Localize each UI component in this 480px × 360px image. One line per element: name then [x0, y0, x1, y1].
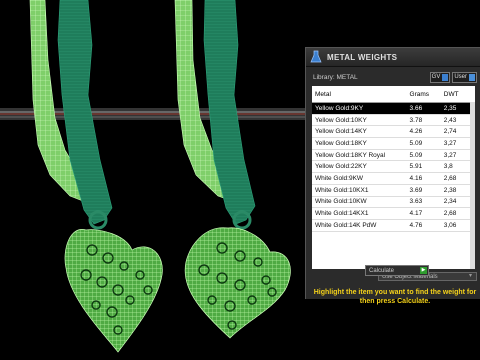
column-header-grams[interactable]: Grams [406, 86, 441, 103]
column-header-dwt[interactable]: DWT [440, 86, 475, 103]
cell-grams: 3.69 [406, 184, 441, 197]
table-row[interactable]: Yellow Gold:22KY 5.91 3,8 [312, 160, 475, 174]
table-header-row: Metal Grams DWT [312, 86, 475, 103]
library-bar: Library: METAL GV User [306, 67, 480, 87]
play-arrow-icon: ▶ [420, 267, 427, 274]
table-row[interactable]: White Gold:9KW 4.16 2,68 [312, 172, 475, 185]
cell-metal: Yellow Gold:10KY [312, 114, 407, 127]
user-toggle-box[interactable] [469, 73, 475, 81]
table-row[interactable]: Yellow Gold:14KY 4.26 2,74 [312, 125, 475, 139]
cell-metal: White Gold:10KX1 [312, 184, 407, 197]
table-row[interactable]: Yellow Gold:10KY 3.78 2,43 [312, 114, 475, 127]
cell-metal: Yellow Gold:18KY Royal [312, 149, 407, 162]
instruction-text: Highlight the item you want to find the … [313, 289, 477, 305]
cell-metal: Yellow Gold:18KY [312, 137, 407, 150]
cell-grams: 5.91 [406, 160, 441, 174]
cell-metal: White Gold:9KW [312, 172, 407, 185]
cell-metal: White Gold:10KW [312, 196, 407, 209]
cell-grams: 4.26 [406, 125, 441, 139]
cell-grams: 3.78 [406, 114, 441, 127]
user-toggle[interactable]: User [452, 71, 477, 83]
panel-titlebar[interactable]: METAL WEIGHTS [306, 48, 480, 67]
flask-icon [310, 50, 322, 63]
gv-toggle-box[interactable] [442, 73, 449, 81]
table-scrollbar[interactable] [470, 102, 475, 269]
gv-toggle[interactable]: GV [429, 71, 451, 83]
cell-grams: 4.76 [406, 219, 441, 232]
metal-weights-panel: METAL WEIGHTS Library: METAL GV User Met… [305, 47, 480, 305]
library-label: Library: METAL [313, 73, 358, 81]
user-toggle-label: User [454, 74, 467, 80]
cell-metal: Yellow Gold:22KY [312, 160, 407, 174]
table-row[interactable]: White Gold:14KX1 4.17 2,68 [312, 207, 475, 220]
cell-grams: 4.17 [406, 207, 441, 220]
metal-table[interactable]: Metal Grams DWT Yellow Gold:9KY 3.66 2,35 Y… [312, 86, 475, 269]
cell-metal: Yellow Gold:14KY [312, 125, 407, 139]
gv-toggle-label: GV [431, 74, 441, 80]
cell-grams: 3.66 [406, 102, 441, 115]
cell-grams: 5.09 [406, 149, 441, 162]
cell-grams: 3.63 [406, 196, 441, 209]
cell-grams: 4.16 [406, 172, 441, 185]
calculate-label: Calculate [369, 268, 395, 274]
chevron-down-icon: ▾ [469, 273, 473, 279]
cell-metal: Yellow Gold:9KY [312, 102, 407, 115]
calculate-button[interactable]: Calculate ▶ [365, 265, 429, 276]
cell-metal: White Gold:14K PdW [312, 219, 407, 232]
table-row[interactable]: White Gold:10KW 3.63 2,34 [312, 196, 475, 209]
table-row[interactable]: Yellow Gold:9KY 3.66 2,35 [312, 102, 475, 115]
table-row[interactable]: White Gold:10KX1 3.69 2,38 [312, 184, 475, 197]
table-row[interactable]: Yellow Gold:18KY 5.09 3,27 [312, 137, 475, 150]
column-header-metal[interactable]: Metal [312, 86, 407, 103]
table-row[interactable]: Yellow Gold:18KY Royal 5.09 3,27 [312, 149, 475, 162]
panel-title: METAL WEIGHTS [327, 52, 398, 62]
cell-metal: White Gold:14KX1 [312, 207, 407, 220]
cell-grams: 5.09 [406, 137, 441, 150]
table-row[interactable]: White Gold:14K PdW 4.76 3,06 [312, 219, 475, 232]
